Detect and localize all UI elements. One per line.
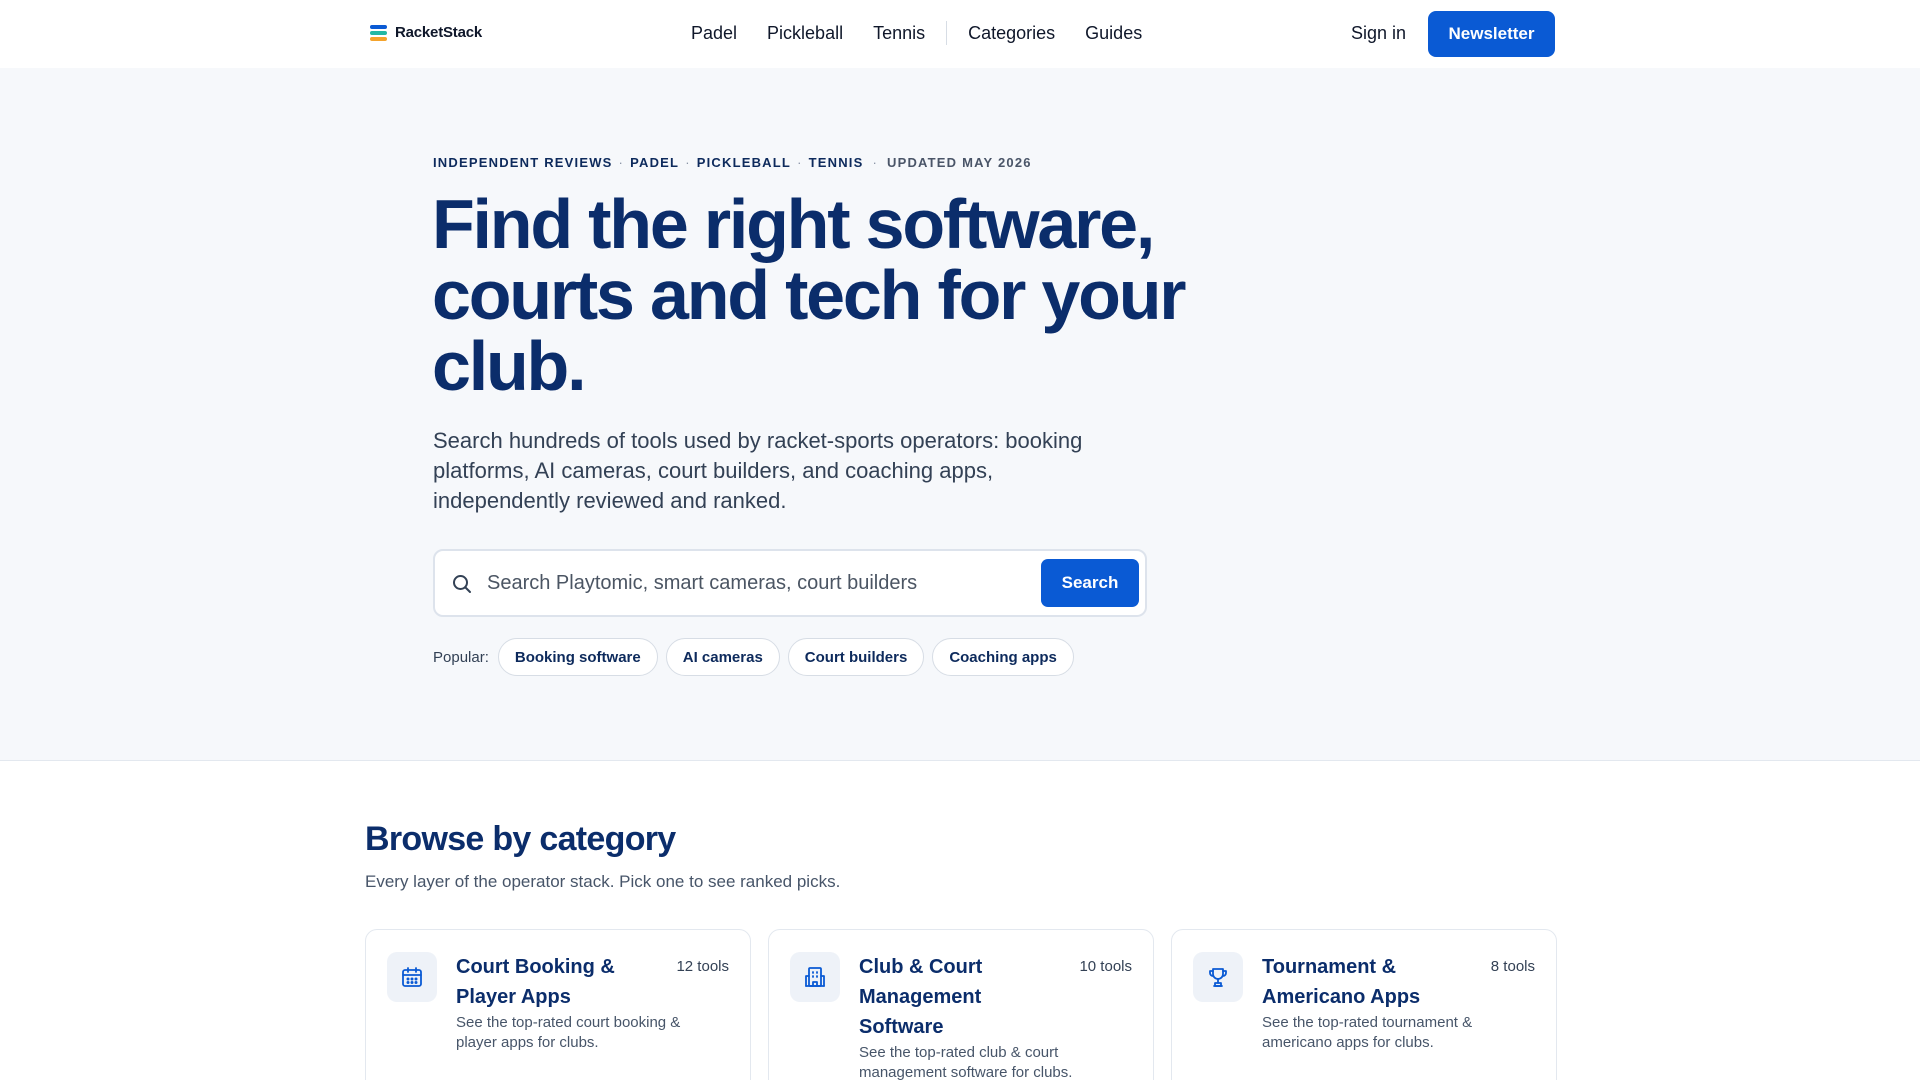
category-description: See the top-rated court booking & player… (456, 1014, 681, 1051)
section-subtitle: Every layer of the operator stack. Pick … (365, 872, 841, 891)
hero-search-box: Search (433, 549, 1147, 617)
eyebrow-padel: PADEL (630, 155, 680, 170)
hero-section: INDEPENDENT REVIEWS · PADEL · PICKLEBALL · TEN… (0, 68, 1920, 761)
brand-name: RacketStack (395, 24, 483, 41)
newsletter-button[interactable]: Newsletter (1428, 11, 1555, 57)
tool-count: 12 tools (676, 958, 729, 975)
trophy-icon (1193, 952, 1243, 1002)
hero-headline: Find the right software, courts and tech… (432, 185, 1187, 405)
sign-in-link[interactable]: Sign in (1351, 20, 1406, 46)
category-title: Tournament & Americano Apps (1262, 956, 1421, 1008)
logo-mark-icon (370, 24, 387, 41)
chip-booking-software[interactable]: Booking software (497, 638, 658, 676)
search-icon (451, 573, 473, 595)
search-button[interactable]: Search (1041, 559, 1139, 607)
category-card-court-booking[interactable]: Court Booking & Player Apps 12 tools See… (365, 929, 751, 1080)
tool-count: 10 tools (1079, 958, 1132, 975)
category-card-club-management[interactable]: Club & Court Management Software 10 tool… (768, 929, 1154, 1080)
category-card-tournament[interactable]: Tournament & Americano Apps 8 tools See … (1171, 929, 1557, 1080)
eyebrow-tennis: TENNIS (808, 155, 864, 170)
updated-date: UPDATED MAY 2026 (887, 155, 1032, 170)
building-icon (790, 952, 840, 1002)
calendar-icon (387, 952, 437, 1002)
nav-item-tennis[interactable]: Tennis (873, 20, 925, 46)
chip-court-builders[interactable]: Court builders (787, 638, 925, 676)
popular-label: Popular: (433, 648, 489, 666)
hero-subhead: Search hundreds of tools used by racket-… (433, 428, 1083, 513)
main-nav: Padel Pickleball Tennis Categories Guide… (691, 20, 1142, 46)
category-description: See the top-rated club & court managemen… (859, 1044, 1073, 1080)
category-description: See the top-rated tournament & americano… (1262, 1014, 1473, 1051)
top-navigation-bar: RacketStack Padel Pickleball Tennis Cate… (0, 0, 1920, 68)
tool-count: 8 tools (1490, 958, 1535, 975)
nav-item-categories[interactable]: Categories (968, 20, 1055, 46)
category-title: Court Booking & Player Apps (456, 956, 615, 1008)
popular-searches: Popular: Booking software AI cameras Cou… (433, 638, 1082, 676)
search-input[interactable] (487, 563, 917, 603)
nav-item-padel[interactable]: Padel (691, 20, 737, 46)
nav-item-guides[interactable]: Guides (1085, 20, 1142, 46)
hero-eyebrow: INDEPENDENT REVIEWS · PADEL · PICKLEBALL · TEN… (433, 155, 1032, 170)
category-title: Club & Court Management Software (859, 956, 983, 1038)
chip-coaching-apps[interactable]: Coaching apps (932, 638, 1074, 676)
eyebrow-independent-reviews: INDEPENDENT REVIEWS (433, 155, 613, 170)
eyebrow-pickleball: PICKLEBALL (696, 155, 792, 170)
brand-logo[interactable]: RacketStack (370, 24, 482, 41)
nav-divider (946, 21, 948, 45)
section-title-browse-by-category: Browse by category (365, 820, 676, 858)
chip-ai-cameras[interactable]: AI cameras (665, 638, 780, 676)
nav-item-pickleball[interactable]: Pickleball (767, 20, 843, 46)
